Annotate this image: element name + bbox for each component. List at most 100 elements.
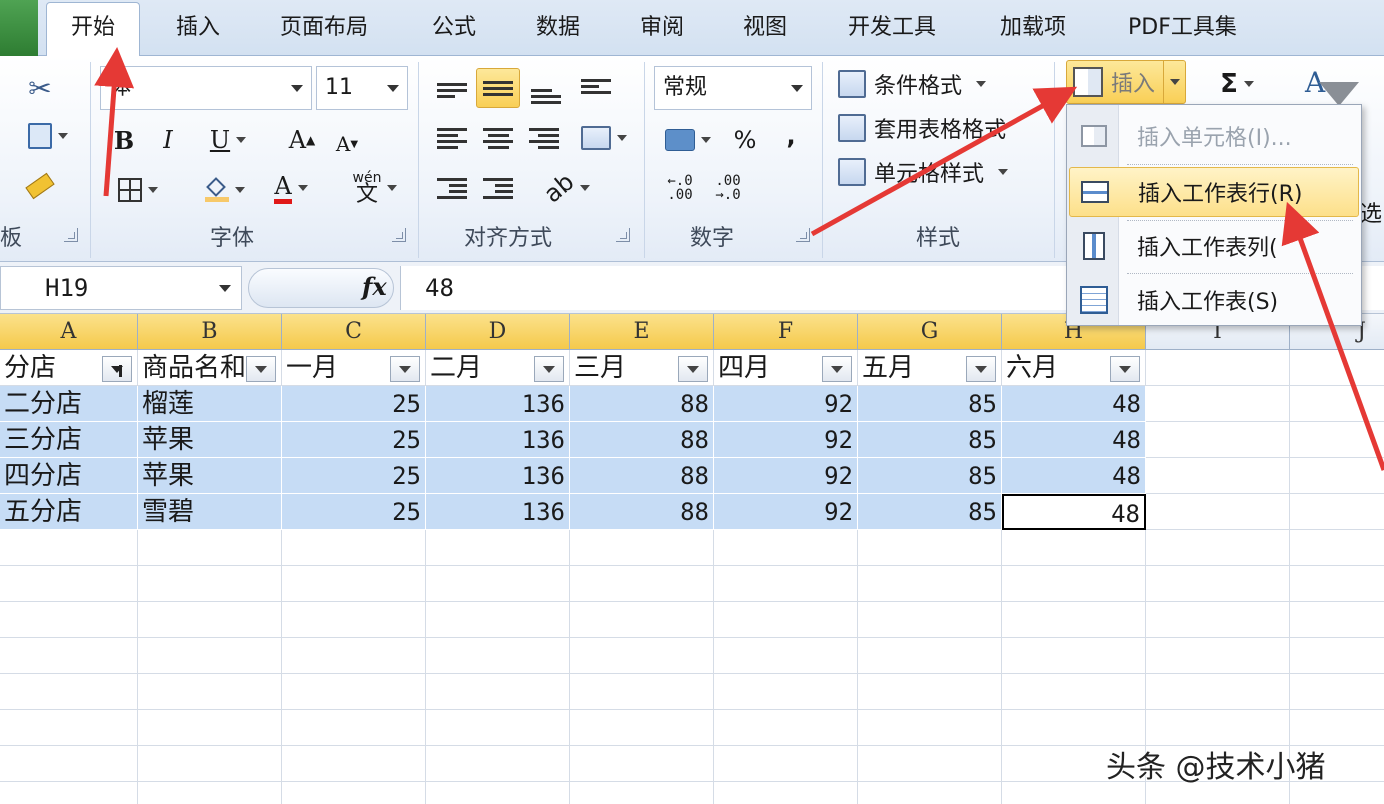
- empty-cell[interactable]: [0, 530, 138, 566]
- empty-cell[interactable]: [1290, 638, 1384, 674]
- empty-cell[interactable]: [426, 638, 570, 674]
- underline-button[interactable]: U: [198, 120, 258, 160]
- empty-cell[interactable]: [714, 782, 858, 804]
- empty-cell[interactable]: [138, 638, 282, 674]
- empty-cell[interactable]: [1290, 350, 1384, 386]
- empty-cell[interactable]: [0, 782, 138, 804]
- empty-cell[interactable]: [282, 602, 426, 638]
- font-color-button[interactable]: A: [262, 168, 320, 208]
- tab-formulas[interactable]: 公式: [432, 6, 476, 50]
- empty-cell[interactable]: [858, 674, 1002, 710]
- conditional-formatting-button[interactable]: 条件格式: [838, 64, 987, 104]
- empty-cell[interactable]: [714, 566, 858, 602]
- empty-cell[interactable]: [282, 782, 426, 804]
- empty-cell[interactable]: [138, 566, 282, 602]
- tab-review[interactable]: 审阅: [640, 6, 684, 50]
- header-cell[interactable]: 一月: [282, 350, 426, 386]
- empty-cell[interactable]: [570, 602, 714, 638]
- grow-font-button[interactable]: A ▲: [284, 120, 320, 160]
- tab-data[interactable]: 数据: [536, 6, 580, 50]
- filter-dropdown-icon[interactable]: [966, 356, 996, 382]
- font-name-combo[interactable]: 体: [100, 66, 312, 110]
- empty-cell[interactable]: [0, 566, 138, 602]
- header-cell[interactable]: 分店: [0, 350, 138, 386]
- table-cell[interactable]: 25: [282, 458, 426, 494]
- format-painter-button[interactable]: [20, 166, 60, 206]
- empty-cell[interactable]: [0, 602, 138, 638]
- empty-cell[interactable]: [1146, 602, 1290, 638]
- empty-cell[interactable]: [714, 746, 858, 782]
- cell-styles-button[interactable]: 单元格样式: [838, 152, 1009, 192]
- table-cell[interactable]: 92: [714, 494, 858, 530]
- empty-cell[interactable]: [1146, 458, 1290, 494]
- empty-cell[interactable]: [570, 710, 714, 746]
- file-tab[interactable]: [0, 0, 38, 56]
- empty-cell[interactable]: [138, 530, 282, 566]
- orientation-button[interactable]: [576, 66, 616, 106]
- empty-cell[interactable]: [570, 782, 714, 804]
- filter-dropdown-icon[interactable]: [246, 356, 276, 382]
- font-size-combo[interactable]: 11: [316, 66, 408, 110]
- empty-cell[interactable]: [858, 746, 1002, 782]
- empty-cell[interactable]: [1002, 530, 1146, 566]
- column-header-g[interactable]: G: [858, 314, 1002, 350]
- increase-indent-button[interactable]: [478, 168, 518, 208]
- empty-cell[interactable]: [858, 710, 1002, 746]
- table-cell[interactable]: 88: [570, 422, 714, 458]
- name-box[interactable]: H19: [0, 266, 242, 310]
- tab-insert[interactable]: 插入: [176, 6, 220, 50]
- empty-cell[interactable]: [282, 566, 426, 602]
- table-cell[interactable]: 92: [714, 458, 858, 494]
- empty-cell[interactable]: [1146, 530, 1290, 566]
- empty-cell[interactable]: [714, 710, 858, 746]
- empty-cell[interactable]: [138, 674, 282, 710]
- empty-cell[interactable]: [1146, 566, 1290, 602]
- empty-cell[interactable]: [282, 530, 426, 566]
- table-cell[interactable]: 雪碧: [138, 494, 282, 530]
- table-cell[interactable]: 92: [714, 422, 858, 458]
- empty-cell[interactable]: [1290, 710, 1384, 746]
- header-cell[interactable]: 五月: [858, 350, 1002, 386]
- empty-cell[interactable]: [714, 674, 858, 710]
- empty-cell[interactable]: [1146, 710, 1290, 746]
- table-cell[interactable]: 25: [282, 422, 426, 458]
- table-cell[interactable]: 88: [570, 386, 714, 422]
- empty-cell[interactable]: [1146, 494, 1290, 530]
- column-header-e[interactable]: E: [570, 314, 714, 350]
- column-header-c[interactable]: C: [282, 314, 426, 350]
- italic-button[interactable]: I: [152, 120, 184, 160]
- table-cell[interactable]: 85: [858, 422, 1002, 458]
- phonetic-button[interactable]: wén 文: [344, 168, 406, 208]
- empty-cell[interactable]: [282, 638, 426, 674]
- decrease-indent-button[interactable]: [432, 168, 472, 208]
- empty-cell[interactable]: [570, 566, 714, 602]
- empty-cell[interactable]: [138, 602, 282, 638]
- shrink-font-button[interactable]: A ▼: [330, 124, 364, 164]
- empty-cell[interactable]: [426, 566, 570, 602]
- empty-cell[interactable]: [858, 602, 1002, 638]
- table-cell[interactable]: 88: [570, 494, 714, 530]
- active-cell[interactable]: 48: [1002, 494, 1146, 530]
- align-middle-button[interactable]: [476, 68, 520, 108]
- table-cell[interactable]: 四分店: [0, 458, 138, 494]
- column-header-b[interactable]: B: [138, 314, 282, 350]
- empty-cell[interactable]: [1146, 674, 1290, 710]
- table-cell[interactable]: 136: [426, 422, 570, 458]
- empty-cell[interactable]: [138, 782, 282, 804]
- empty-cell[interactable]: [1146, 386, 1290, 422]
- align-center-button[interactable]: [478, 118, 518, 158]
- tab-home[interactable]: 开始: [46, 2, 141, 58]
- menu-item-insert-sheet-rows[interactable]: 插入工作表行(R): [1069, 167, 1359, 217]
- empty-cell[interactable]: [858, 530, 1002, 566]
- empty-cell[interactable]: [426, 530, 570, 566]
- worksheet-grid[interactable]: A B C D E F G H I J 分店 商品名和 一月 二月 三月 四月 五月 六月 二分…: [0, 314, 1384, 804]
- accounting-format-button[interactable]: [658, 120, 718, 160]
- font-launcher[interactable]: [392, 228, 406, 242]
- empty-cell[interactable]: [1290, 602, 1384, 638]
- empty-cell[interactable]: [858, 638, 1002, 674]
- empty-cell[interactable]: [858, 566, 1002, 602]
- comma-button[interactable]: ,: [776, 116, 806, 156]
- filter-active-icon[interactable]: [102, 356, 132, 382]
- wrap-text-button[interactable]: ab: [539, 168, 594, 208]
- empty-cell[interactable]: [138, 746, 282, 782]
